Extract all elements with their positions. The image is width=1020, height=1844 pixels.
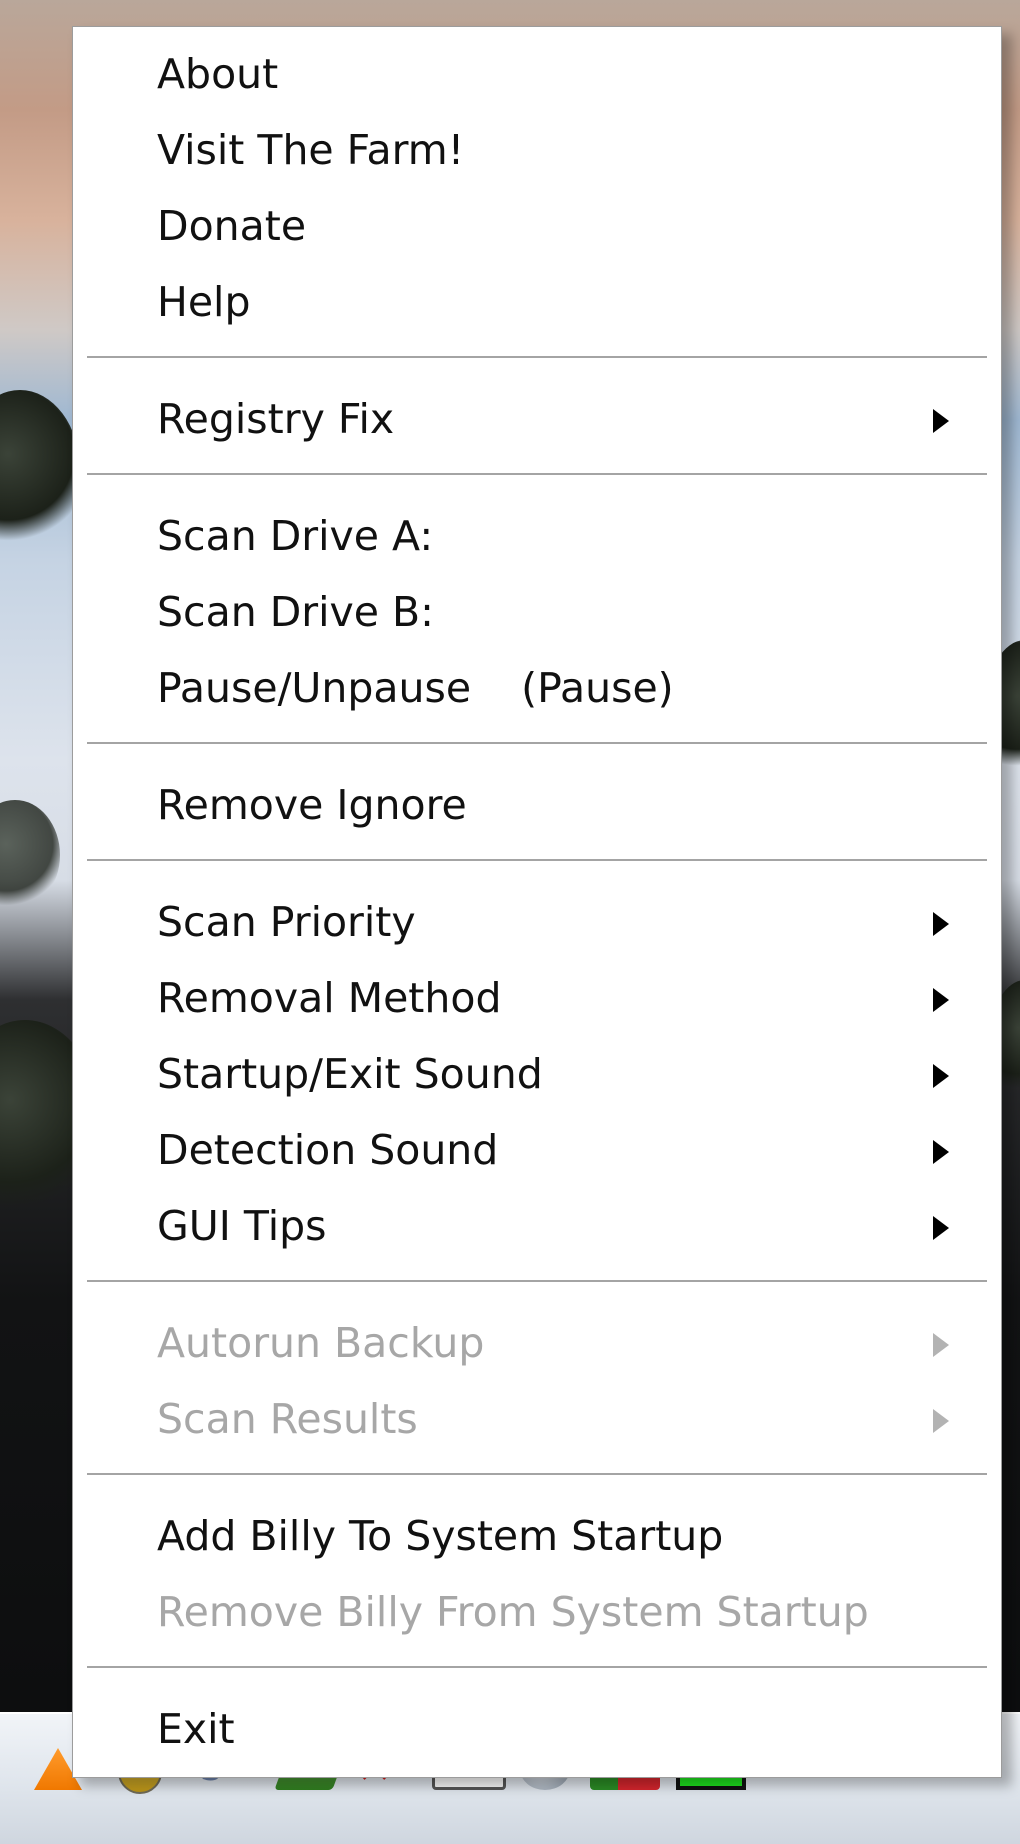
- menu-item-remove-ignore[interactable]: Remove Ignore: [73, 768, 1003, 842]
- menu-item-scan-results: Scan Results: [73, 1382, 1003, 1456]
- tree-silhouette: [0, 390, 80, 550]
- submenu-arrow-icon: [933, 1140, 949, 1164]
- menu-item-donate[interactable]: Donate: [73, 189, 1003, 263]
- submenu-arrow-icon: [933, 409, 949, 433]
- menu-item-startup-exit-sound[interactable]: Startup/Exit Sound: [73, 1037, 1003, 1111]
- menu-item-scan-drive-b[interactable]: Scan Drive B:: [73, 575, 1003, 649]
- submenu-arrow-icon: [933, 1333, 949, 1357]
- menu-separator: [87, 1280, 987, 1283]
- submenu-arrow-icon: [933, 1409, 949, 1433]
- menu-item-label: Scan Drive A:: [157, 512, 434, 560]
- menu-item-label: Pause/Unpause (Pause): [157, 651, 674, 725]
- menu-separator: [87, 356, 987, 359]
- submenu-arrow-icon: [933, 988, 949, 1012]
- menu-item-label: Help: [157, 278, 251, 326]
- submenu-arrow-icon: [933, 1216, 949, 1240]
- menu-item-label: Exit: [157, 1705, 235, 1753]
- menu-item-label: Autorun Backup: [157, 1319, 485, 1367]
- menu-item-label: GUI Tips: [157, 1202, 327, 1250]
- menu-item-detection-sound[interactable]: Detection Sound: [73, 1113, 1003, 1187]
- menu-item-label: Scan Results: [157, 1395, 418, 1443]
- submenu-arrow-icon: [933, 1064, 949, 1088]
- menu-item-label: Add Billy To System Startup: [157, 1512, 724, 1560]
- menu-item-label: Remove Billy From System Startup: [157, 1588, 869, 1636]
- menu-item-registry-fix[interactable]: Registry Fix: [73, 382, 1003, 456]
- menu-item-gui-tips[interactable]: GUI Tips: [73, 1189, 1003, 1263]
- menu-item-pause-unpause[interactable]: Pause/Unpause (Pause): [73, 651, 1003, 725]
- menu-item-label: Visit The Farm!: [157, 126, 465, 174]
- context-menu: About Visit The Farm! Donate Help Regist…: [72, 26, 1002, 1778]
- menu-item-about[interactable]: About: [73, 37, 1003, 111]
- menu-separator: [87, 859, 987, 862]
- menu-item-help[interactable]: Help: [73, 265, 1003, 339]
- menu-item-label: Scan Drive B:: [157, 588, 434, 636]
- menu-item-removal-method[interactable]: Removal Method: [73, 961, 1003, 1035]
- menu-item-label: Removal Method: [157, 974, 502, 1022]
- menu-item-add-billy-to-startup[interactable]: Add Billy To System Startup: [73, 1499, 1003, 1573]
- menu-separator: [87, 1473, 987, 1476]
- submenu-arrow-icon: [933, 912, 949, 936]
- menu-item-label: Registry Fix: [157, 395, 395, 443]
- menu-item-label: Detection Sound: [157, 1126, 499, 1174]
- menu-item-scan-drive-a[interactable]: Scan Drive A:: [73, 499, 1003, 573]
- pause-unpause-label: Pause/Unpause: [157, 664, 472, 712]
- menu-separator: [87, 473, 987, 476]
- menu-item-scan-priority[interactable]: Scan Priority: [73, 885, 1003, 959]
- menu-item-autorun-backup: Autorun Backup: [73, 1306, 1003, 1380]
- menu-separator: [87, 742, 987, 745]
- menu-item-visit-the-farm[interactable]: Visit The Farm!: [73, 113, 1003, 187]
- menu-item-label: Remove Ignore: [157, 781, 467, 829]
- pause-state-label: (Pause): [521, 664, 674, 712]
- menu-item-exit[interactable]: Exit: [73, 1692, 1003, 1766]
- menu-item-label: Startup/Exit Sound: [157, 1050, 543, 1098]
- tree-silhouette: [0, 800, 60, 910]
- menu-separator: [87, 1666, 987, 1669]
- menu-item-label: Scan Priority: [157, 898, 416, 946]
- menu-item-remove-billy-from-startup: Remove Billy From System Startup: [73, 1575, 1003, 1649]
- menu-item-label: Donate: [157, 202, 307, 250]
- menu-item-label: About: [157, 50, 279, 98]
